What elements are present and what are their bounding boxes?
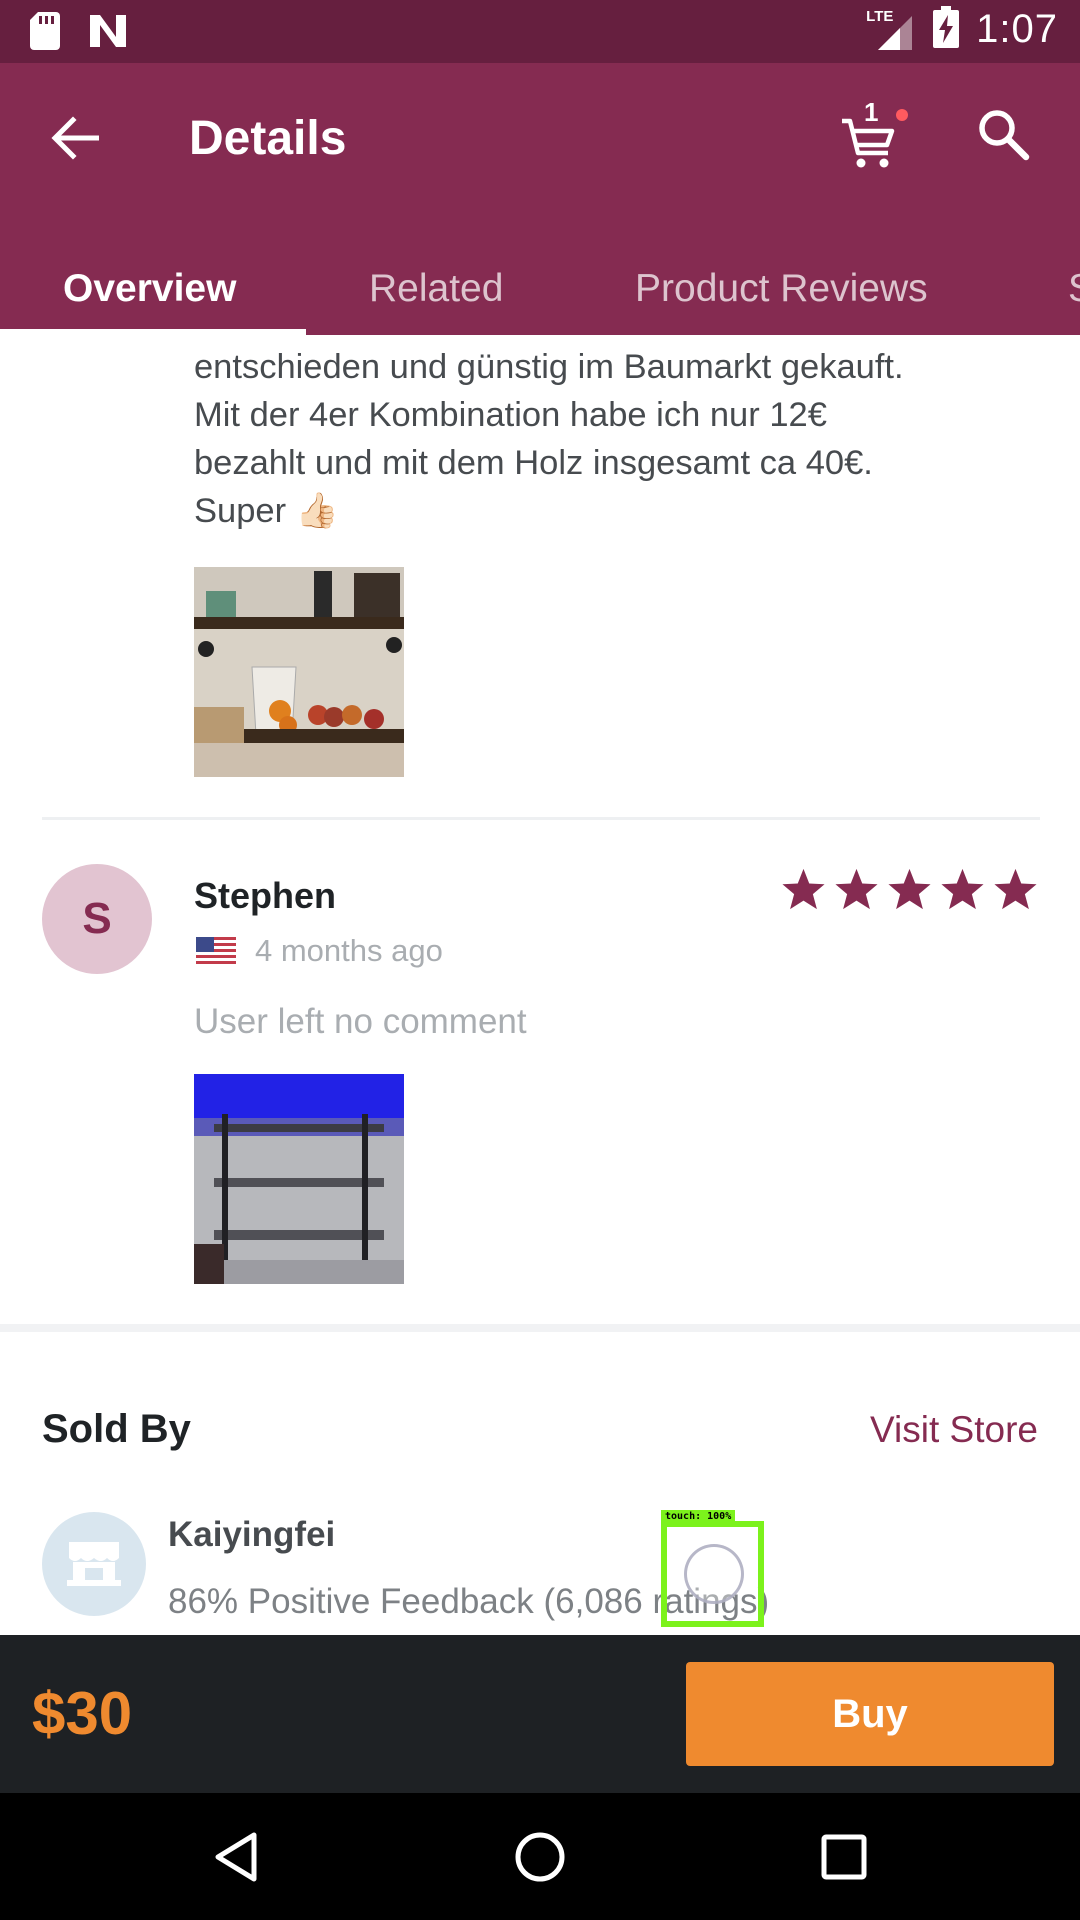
- reviewer-name: Stephen: [194, 875, 337, 916]
- cut-off-line: [194, 335, 1014, 343]
- cart-count-badge: 1: [864, 97, 879, 127]
- review-line: entschieden und günstig im Baumarkt geka…: [194, 348, 904, 386]
- review-comment: User left no comment: [194, 1002, 527, 1041]
- storefront-icon: [67, 1542, 121, 1586]
- buy-bar: $30 Buy: [0, 1635, 1080, 1793]
- page-title: Details: [189, 112, 347, 165]
- sold-by-heading: Sold By: [42, 1407, 191, 1451]
- app-bar: Details 1 Overview Related Product Revie…: [0, 63, 1080, 335]
- search-button[interactable]: [974, 105, 1040, 171]
- back-triangle-icon: [215, 1832, 257, 1882]
- tab-more[interactable]: S: [1068, 243, 1080, 335]
- store-name[interactable]: Kaiyingfei: [168, 1515, 335, 1555]
- price: $30: [32, 1680, 133, 1747]
- star-icon: [835, 868, 878, 910]
- home-circle-icon: [515, 1832, 565, 1882]
- avatar: S: [42, 864, 152, 974]
- back-button[interactable]: [42, 105, 108, 171]
- buy-button[interactable]: Buy: [686, 1662, 1054, 1766]
- search-icon: [979, 110, 1030, 161]
- arrow-left-icon: [51, 116, 99, 160]
- tab-bar: Overview Related Product Reviews S: [0, 243, 1080, 335]
- star-icon: [994, 868, 1037, 910]
- review-photo-pipe-shelf[interactable]: [194, 1074, 404, 1284]
- star-rating: [780, 867, 1039, 911]
- tab-related[interactable]: Related: [369, 243, 503, 335]
- tab-product-reviews[interactable]: Product Reviews: [635, 243, 928, 335]
- battery-charging-icon: [932, 6, 960, 53]
- review-photo-shelf-fruit[interactable]: [194, 567, 404, 777]
- clock: 1:07: [976, 7, 1058, 51]
- nav-home-button[interactable]: [504, 1821, 576, 1893]
- details-scroll-content[interactable]: entschieden und günstig im Baumarkt geka…: [0, 335, 1080, 1635]
- visit-store-link[interactable]: Visit Store: [870, 1409, 1038, 1451]
- review-divider: [42, 817, 1040, 820]
- star-icon: [782, 868, 825, 910]
- nav-recents-button[interactable]: [808, 1821, 880, 1893]
- status-bar: LTE 1:07: [0, 0, 1080, 63]
- review-date: 4 months ago: [255, 933, 443, 968]
- nav-back-button[interactable]: [200, 1821, 272, 1893]
- recents-square-icon: [821, 1834, 867, 1880]
- review-line: bezahlt und mit dem Holz insgesamt ca 40…: [194, 444, 873, 482]
- lte-signal-icon: LTE: [866, 8, 916, 52]
- screen: LTE 1:07 Details 1 Overview Related Prod…: [0, 0, 1080, 1920]
- cart-notification-dot: [896, 109, 908, 121]
- us-flag-icon: [196, 937, 236, 965]
- system-nav-bar: [0, 1793, 1080, 1920]
- cart-button[interactable]: 1: [834, 97, 914, 179]
- store-logo[interactable]: [42, 1512, 146, 1616]
- review-line: Mit der 4er Kombination habe ich nur 12€: [194, 396, 827, 434]
- star-icon: [941, 868, 984, 910]
- sd-card-icon: [30, 12, 60, 55]
- touch-point: [684, 1544, 744, 1604]
- review-comment: entschieden und günstig im Baumarkt geka…: [194, 335, 1014, 535]
- n-notification-icon: [88, 13, 128, 54]
- tab-overview[interactable]: Overview: [63, 243, 236, 335]
- section-separator: [0, 1324, 1080, 1332]
- review-line: Super 👍🏻: [194, 492, 339, 530]
- star-icon: [888, 868, 931, 910]
